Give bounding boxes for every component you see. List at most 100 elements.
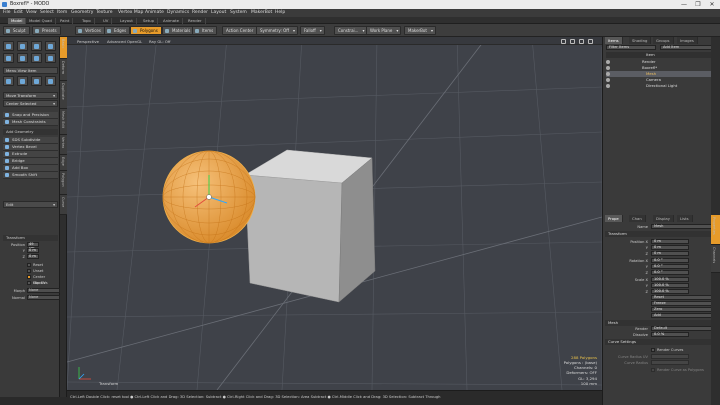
menu-help[interactable]: Help xyxy=(275,10,285,15)
smooth-shift-button[interactable]: Smooth Shift xyxy=(3,172,58,179)
unset-checkbox[interactable] xyxy=(27,269,31,273)
tab-properties[interactable]: Prope xyxy=(605,215,623,222)
menu-texture[interactable]: Texture xyxy=(96,10,112,15)
tab-groups[interactable]: Groups xyxy=(653,37,674,44)
move-tool-button[interactable] xyxy=(17,41,28,51)
viewport-maximize-icon[interactable] xyxy=(588,38,593,44)
visibility-eye-icon[interactable] xyxy=(606,84,610,88)
menu-system[interactable]: System xyxy=(230,10,247,15)
morph-select[interactable]: None xyxy=(27,288,60,293)
position-x-field[interactable]: 49 cm xyxy=(27,242,39,249)
vtab-duplicate[interactable]: Duplicate xyxy=(60,81,67,109)
menu-vertex-map[interactable]: Vertex Map xyxy=(118,10,143,15)
render-curves-row[interactable]: Render Curves xyxy=(606,347,712,353)
items-mode-button[interactable]: Items xyxy=(192,26,218,35)
vtab-curve[interactable]: Curve xyxy=(60,195,67,215)
transform-section[interactable]: Transform xyxy=(605,231,713,237)
menu-file[interactable]: File xyxy=(3,10,11,15)
menu-makerbot[interactable]: MakerBot xyxy=(251,10,272,15)
makerbot-dropdown[interactable]: MakerBot xyxy=(404,26,436,35)
vtab-edge[interactable]: Edge xyxy=(60,155,67,171)
tab-shading[interactable]: Shading xyxy=(629,37,652,44)
sds-subdivide-button[interactable]: SDS Subdivide xyxy=(3,137,58,144)
slip-uvs-checkbox[interactable] xyxy=(27,281,31,285)
curve-radius-field[interactable] xyxy=(651,360,689,365)
scale-tool-button[interactable] xyxy=(45,41,56,51)
tab-lists[interactable]: Lists xyxy=(677,215,693,222)
add-geometry-header[interactable]: Add Geometry xyxy=(3,129,58,135)
reset-checkbox[interactable] xyxy=(27,263,31,267)
add-button[interactable]: Add xyxy=(651,313,713,318)
transform-header[interactable]: Transform xyxy=(3,235,58,241)
extrude-tool-button[interactable] xyxy=(17,76,28,86)
visibility-eye-icon[interactable] xyxy=(606,78,610,82)
filter-items-field[interactable]: Filter Items xyxy=(606,45,656,50)
perspective-tab[interactable]: Perspective xyxy=(77,39,99,44)
tab-images[interactable]: Images xyxy=(677,37,698,44)
normal-select[interactable]: None xyxy=(27,295,60,300)
3d-viewport[interactable]: Perspective Advanced OpenGL Ray GL: Off … xyxy=(67,37,602,390)
freeze-button[interactable]: Freeze xyxy=(651,301,713,306)
mesh-constraints-button[interactable]: Mesh Constraints xyxy=(3,119,58,126)
add-item-button[interactable]: Add Item xyxy=(660,45,712,50)
advanced-opengl-tab[interactable]: Advanced OpenGL xyxy=(107,39,142,44)
render-select[interactable]: Default xyxy=(651,326,713,331)
minimize-button[interactable]: — xyxy=(677,0,691,9)
menu-layout[interactable]: Layout xyxy=(211,10,226,15)
edit-dropdown[interactable]: Edit xyxy=(3,201,58,208)
curve-radius-uv-field[interactable] xyxy=(651,354,689,359)
snap-precision-button[interactable]: Snap and Precision xyxy=(3,112,58,119)
menu-item[interactable]: Item xyxy=(57,10,67,15)
materials-mode-button[interactable]: Materials xyxy=(162,26,195,35)
vtab-deform[interactable]: Deform xyxy=(60,59,67,81)
rotation-x-field[interactable]: 0.0 ° xyxy=(651,258,689,263)
render-as-polys-checkbox[interactable] xyxy=(651,368,655,372)
view-menu-row[interactable]: Menu View Item xyxy=(3,67,58,74)
tab-display[interactable]: Display xyxy=(653,215,674,222)
vtab-vertex[interactable]: Vertex xyxy=(60,135,67,155)
rotation-z-field[interactable]: 0.0 ° xyxy=(651,270,689,275)
extrude-button[interactable]: Extrude xyxy=(3,151,58,158)
name-field[interactable]: Mesh xyxy=(651,224,713,229)
menu-view[interactable]: View xyxy=(26,10,37,15)
bevel-tool-button[interactable] xyxy=(3,76,14,86)
slip-uvs-row[interactable]: Slip UVs xyxy=(3,280,58,286)
viewport-canvas[interactable] xyxy=(67,37,602,390)
sculpt-button[interactable]: Sculpt xyxy=(3,26,30,35)
position-y-field[interactable]: 0 m xyxy=(27,248,39,253)
cube-tool-button[interactable] xyxy=(3,53,14,63)
center-selected-dropdown[interactable]: Center Selected xyxy=(3,100,58,107)
zero-button[interactable]: Zero xyxy=(651,307,713,312)
menu-render[interactable]: Render xyxy=(192,10,208,15)
sphere-tool-button[interactable] xyxy=(17,53,28,63)
knife-tool-button[interactable] xyxy=(45,76,56,86)
position-x-field[interactable]: 0 m xyxy=(651,239,689,244)
loop-slice-button[interactable] xyxy=(31,76,42,86)
presets-button[interactable]: Presets xyxy=(32,26,61,35)
cone-tool-button[interactable] xyxy=(45,53,56,63)
vtab-polygon[interactable]: Polygon xyxy=(60,171,67,195)
scale-y-field[interactable]: 100.0 % xyxy=(651,283,689,288)
work-plane-dropdown[interactable]: Work Plane xyxy=(366,26,402,35)
close-button[interactable]: ✕ xyxy=(705,0,719,9)
dissolve-field[interactable]: 0.0 % xyxy=(651,332,689,337)
menu-animate[interactable]: Animate xyxy=(145,10,164,15)
bridge-button[interactable]: Bridge xyxy=(3,158,58,165)
tab-items[interactable]: Items xyxy=(605,37,623,44)
symmetry-dropdown[interactable]: Symmetry: Off xyxy=(256,26,298,35)
vertices-mode-button[interactable]: Vertices xyxy=(75,26,105,35)
viewport-zoom-icon[interactable] xyxy=(570,38,575,44)
vtab-channels[interactable]: Channels xyxy=(711,245,720,273)
menu-geometry[interactable]: Geometry xyxy=(71,10,93,15)
menu-select[interactable]: Select xyxy=(40,10,54,15)
reset-button[interactable]: Reset xyxy=(651,295,713,300)
position-z-field[interactable]: 0 m xyxy=(27,254,39,259)
visibility-eye-icon[interactable] xyxy=(606,66,610,70)
menu-edit[interactable]: Edit xyxy=(14,10,23,15)
falloff-dropdown[interactable]: Falloff xyxy=(300,26,325,35)
add-box-button[interactable]: Add Box xyxy=(3,165,58,172)
ray-gl-tab[interactable]: Ray GL: Off xyxy=(149,39,170,44)
menu-dynamics[interactable]: Dynamics xyxy=(167,10,189,15)
cylinder-tool-button[interactable] xyxy=(31,53,42,63)
vtab-mesh-edit[interactable]: Mesh Edit xyxy=(60,109,67,135)
